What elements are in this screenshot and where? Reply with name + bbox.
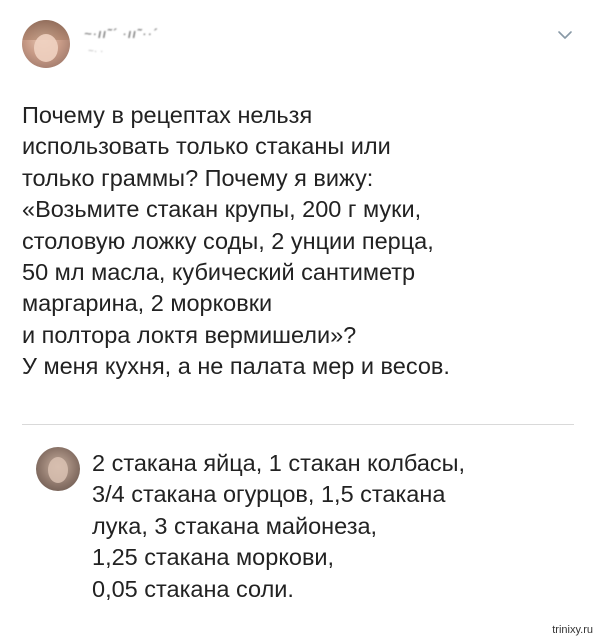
divider (22, 424, 574, 425)
reply-line: 2 стакана яйца, 1 стакан колбасы, (92, 450, 466, 476)
watermark: trinixy.ru (552, 624, 593, 636)
tweet-line: использовать только стаканы или (22, 133, 391, 160)
tweet-line: 50 мл масла, кубический сантиметр (22, 259, 416, 286)
reply-line: лука, 3 стакана майонеза, (92, 512, 378, 539)
reply-line: 0,05 стакана соли. (92, 575, 294, 602)
avatar-face (48, 457, 68, 483)
author-name[interactable]: ~·ıı˜´ ·ıı˜··´ (84, 26, 158, 41)
tweet-line: «Возьмите стакан крупы, 200 г муки, (22, 196, 422, 223)
avatar-face (34, 34, 58, 62)
reply-line: 1,25 стакана моркови, (92, 544, 335, 571)
tweet-text: Почему в рецептах нельзя использовать то… (22, 100, 582, 383)
tweet-line: маргарина, 2 морковки (22, 290, 273, 317)
tweet-line: и полтора локтя вермишели»? (22, 321, 357, 348)
author-handle: ~· · (88, 46, 104, 57)
tweet-line: У меня кухня, а не палата мер и весов. (22, 353, 450, 380)
chevron-down-icon[interactable] (556, 26, 574, 44)
tweet-card: ~·ıı˜´ ·ıı˜··´ ~· · Почему в рецептах не… (0, 0, 597, 640)
reply-avatar[interactable] (36, 447, 80, 491)
tweet-line: только граммы? Почему я вижу: (22, 164, 374, 191)
reply-text: 2 стакана яйца, 1 стакан колбасы, 3/4 ст… (92, 448, 582, 605)
reply-line: 3/4 стакана огурцов, 1,5 стакана (92, 481, 446, 508)
tweet-line: столовую ложку соды, 2 унции перца, (22, 227, 434, 254)
tweet-line: Почему в рецептах нельзя (22, 102, 313, 128)
author-avatar[interactable] (22, 20, 70, 68)
